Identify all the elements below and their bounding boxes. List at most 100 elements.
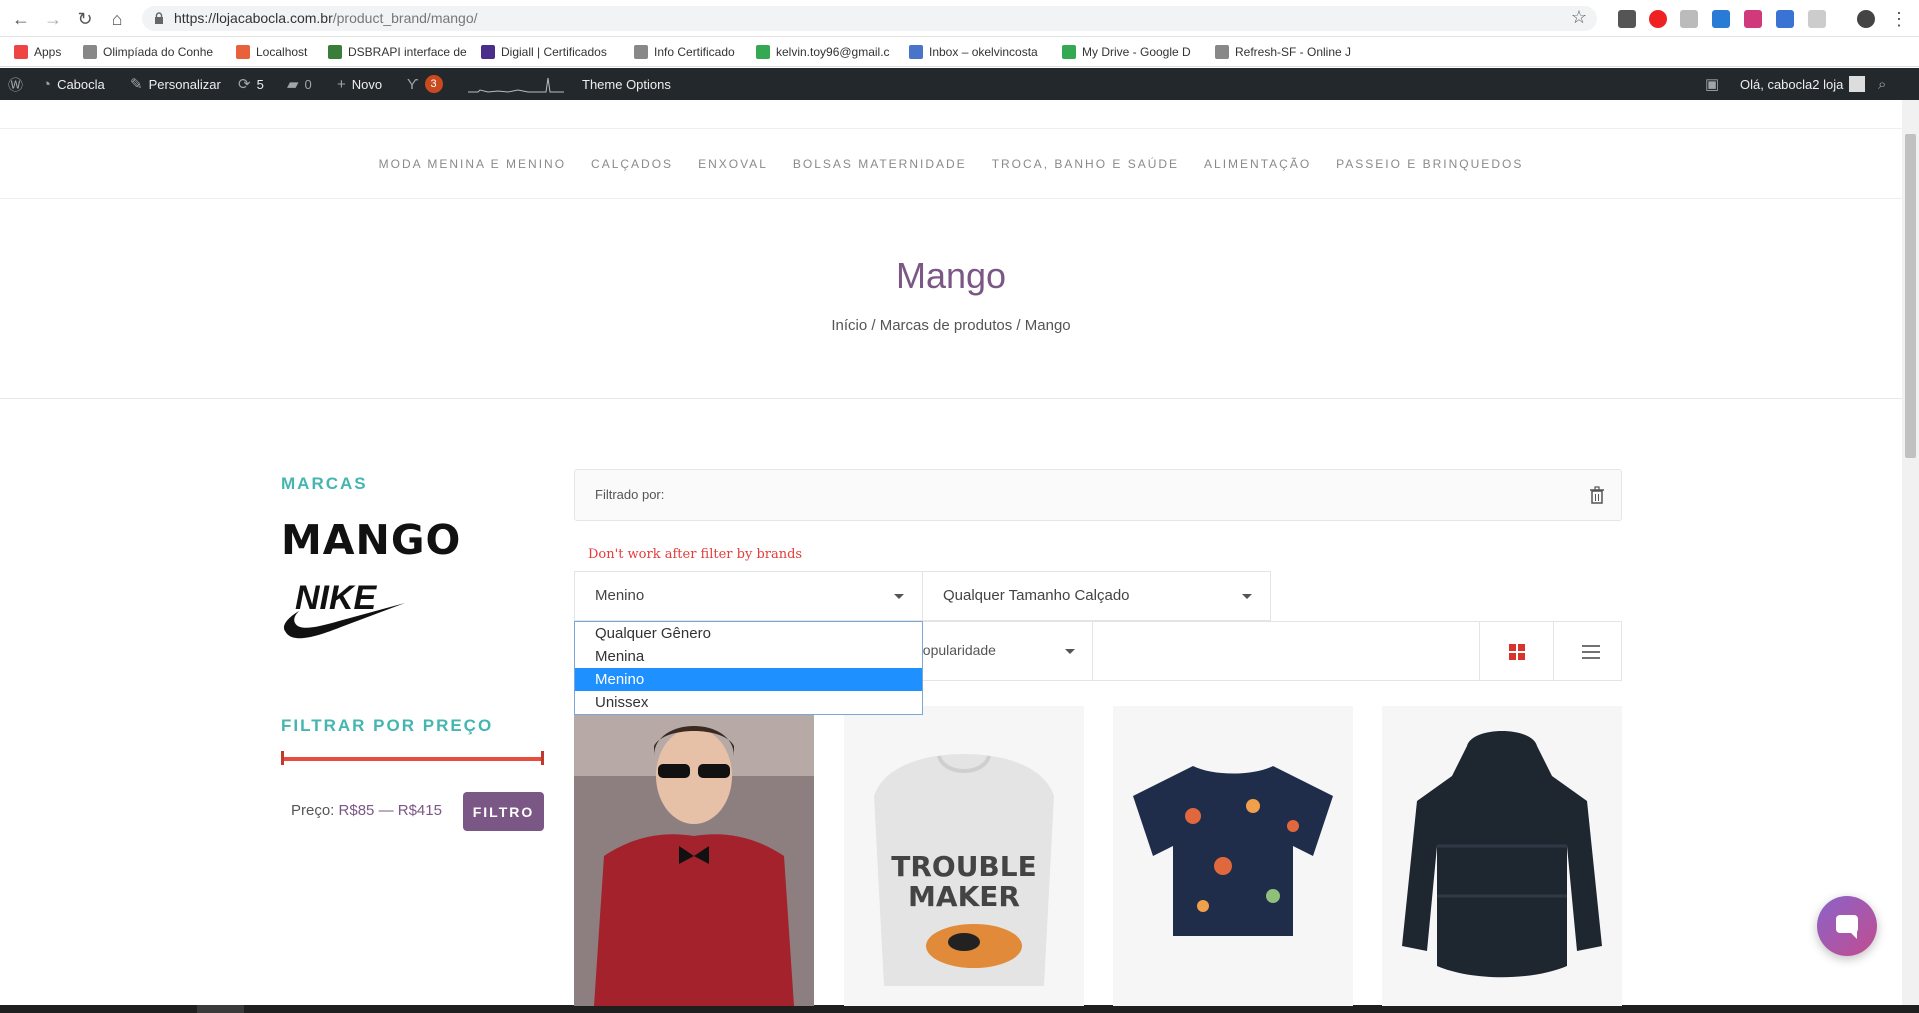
wordpress-logo-icon[interactable]: Ⓦ xyxy=(8,68,23,100)
bookmark-item[interactable]: Info Certificado xyxy=(634,44,735,60)
translate-icon[interactable] xyxy=(1776,10,1794,28)
price-widget-title: FILTRAR POR PREÇO xyxy=(281,716,494,735)
page-header: Mango Início / Marcas de produtos / Mang… xyxy=(0,199,1902,399)
chat-launcher-button[interactable] xyxy=(1817,896,1877,956)
page-scrollbar[interactable] xyxy=(1902,100,1919,1005)
active-filters-bar: Filtrado por: xyxy=(574,469,1622,521)
back-icon[interactable]: ← xyxy=(10,8,32,30)
bookmark-item[interactable]: DSBRAPI interface de xyxy=(328,44,467,60)
query-monitor-graph[interactable] xyxy=(468,68,564,100)
gender-dropdown-list: Qualquer Gênero Menina Menino Unissex xyxy=(574,621,923,715)
page-icon xyxy=(1215,45,1229,59)
nav-item-alimentacao[interactable]: ALIMENTAÇÃO xyxy=(1204,157,1311,171)
trash-icon[interactable] xyxy=(1589,486,1605,504)
nav-item-moda[interactable]: MODA MENINA E MENINO xyxy=(379,157,566,171)
brands-widget-title: MARCAS xyxy=(281,474,368,493)
page-icon xyxy=(83,45,97,59)
list-view-icon[interactable] xyxy=(1582,644,1600,660)
chevron-down-icon xyxy=(1242,594,1252,599)
extension-icon[interactable] xyxy=(1680,10,1698,28)
bookmarks-bar: Apps Olimpíada do Conhe Localhost DSBRAP… xyxy=(0,37,1919,67)
slider-min-handle[interactable] xyxy=(281,751,284,765)
nav-item-enxoval[interactable]: ENXOVAL xyxy=(698,157,768,171)
notification-badge: 3 xyxy=(424,75,443,93)
opera-icon[interactable] xyxy=(1649,10,1667,28)
bookmark-item[interactable]: kelvin.toy96@gmail.c xyxy=(756,44,890,60)
reload-icon[interactable]: ↻ xyxy=(74,8,96,30)
mail-extension-icon[interactable] xyxy=(1744,10,1762,28)
news-extension-icon[interactable] xyxy=(1712,10,1730,28)
lock-icon xyxy=(155,12,163,24)
product-image: TROUBLE MAKER xyxy=(844,706,1084,1006)
page-title: Mango xyxy=(895,255,1007,296)
product-card[interactable] xyxy=(1113,706,1353,1006)
address-bar[interactable]: https://lojacabocla.com.br/product_brand… xyxy=(142,6,1597,31)
chat-extension-icon[interactable] xyxy=(1808,10,1826,28)
scrollbar-thumb[interactable] xyxy=(1905,134,1916,458)
nav-item-bolsas[interactable]: BOLSAS MATERNIDADE xyxy=(793,157,967,171)
admin-account-link[interactable]: Olá, cabocla2 loja xyxy=(1740,68,1866,100)
nav-item-troca[interactable]: TROCA, BANHO E SAÚDE xyxy=(992,157,1179,171)
bookmark-item[interactable]: Apps xyxy=(14,44,61,60)
breadcrumb: Início / Marcas de produtos / Mango xyxy=(831,317,1071,334)
xampp-icon xyxy=(236,45,250,59)
bookmark-item[interactable]: Refresh-SF - Online J xyxy=(1215,44,1351,60)
grid-view-icon[interactable] xyxy=(1509,644,1525,660)
avatar xyxy=(1849,76,1866,92)
sort-select[interactable]: popularidade xyxy=(915,642,996,658)
gender-option[interactable]: Qualquer Gênero xyxy=(575,622,922,645)
gender-option-selected[interactable]: Menino xyxy=(575,668,922,691)
pocket-icon[interactable] xyxy=(1618,10,1636,28)
wp-admin-bar: Ⓦ ◔ Cabocla ✎ Personalizar ⟳ 5 ▰ 0 + Novo Ƴ3 … xyxy=(0,68,1919,100)
drive-icon xyxy=(1062,45,1076,59)
admin-yoast-link[interactable]: Ƴ3 xyxy=(407,68,443,100)
menu-icon[interactable]: ⋮ xyxy=(1888,8,1910,30)
chevron-down-icon xyxy=(894,594,904,599)
gender-select[interactable]: Menino xyxy=(574,571,923,621)
product-image xyxy=(1113,706,1353,1006)
dashboard-icon: ◔ xyxy=(42,75,52,93)
forward-icon[interactable]: → xyxy=(42,8,64,30)
admin-notes-icon[interactable]: ▣ xyxy=(1705,68,1719,100)
taskbar-strip xyxy=(0,1005,1919,1013)
brand-logo-nike[interactable]: NIKE xyxy=(281,573,411,643)
leaf-icon xyxy=(328,45,342,59)
product-card[interactable] xyxy=(574,706,814,1006)
nav-item-calcados[interactable]: CALÇADOS xyxy=(591,157,673,171)
url-text: https://lojacabocla.com.br/product_brand… xyxy=(174,10,478,26)
admin-search-icon[interactable]: ⌕ xyxy=(1878,68,1886,100)
bookmark-star-icon[interactable]: ☆ xyxy=(1571,7,1587,28)
product-image xyxy=(1382,706,1622,1006)
admin-updates-link[interactable]: ⟳ 5 xyxy=(238,68,264,100)
product-card[interactable] xyxy=(1382,706,1622,1006)
admin-customize-link[interactable]: ✎ Personalizar xyxy=(130,68,221,100)
admin-comments-link[interactable]: ▰ 0 xyxy=(287,68,312,100)
bookmark-item[interactable]: Olimpíada do Conhe xyxy=(83,44,213,60)
bookmark-item[interactable]: My Drive - Google D xyxy=(1062,44,1191,60)
profile-avatar[interactable] xyxy=(1857,10,1875,28)
nav-item-passeio[interactable]: PASSEIO E BRINQUEDOS xyxy=(1336,157,1523,171)
admin-site-link[interactable]: ◔ Cabocla xyxy=(42,68,105,100)
gender-option[interactable]: Menina xyxy=(575,645,922,668)
bookmark-item[interactable]: Digiall | Certificados xyxy=(481,44,607,60)
shoe-size-select[interactable]: Qualquer Tamanho Calçado xyxy=(922,571,1271,621)
browser-toolbar: ← → ↻ ⌂ https://lojacabocla.com.br/produ… xyxy=(0,0,1919,37)
svg-text:NIKE: NIKE xyxy=(295,579,378,617)
bookmark-item[interactable]: Inbox – okelvincosta xyxy=(909,44,1038,60)
product-image xyxy=(574,706,814,1006)
admin-new-link[interactable]: + Novo xyxy=(337,68,382,100)
gender-option[interactable]: Unissex xyxy=(575,691,922,714)
product-card[interactable]: TROUBLE MAKER xyxy=(844,706,1084,1006)
drive-icon xyxy=(756,45,770,59)
main-navigation: MODA MENINA E MENINO CALÇADOS ENXOVAL BO… xyxy=(0,129,1902,199)
home-icon[interactable]: ⌂ xyxy=(106,8,128,30)
brand-logo-mango[interactable]: MANGO xyxy=(281,516,461,564)
bookmark-item[interactable]: Localhost xyxy=(236,44,307,60)
price-range-slider[interactable] xyxy=(281,751,544,765)
chat-bubble-icon xyxy=(1836,915,1858,939)
digiall-icon xyxy=(481,45,495,59)
filter-button[interactable]: FILTRO xyxy=(463,792,544,831)
admin-theme-options-link[interactable]: Theme Options xyxy=(582,68,671,100)
slider-max-handle[interactable] xyxy=(541,751,544,765)
brush-icon: ✎ xyxy=(130,76,143,93)
